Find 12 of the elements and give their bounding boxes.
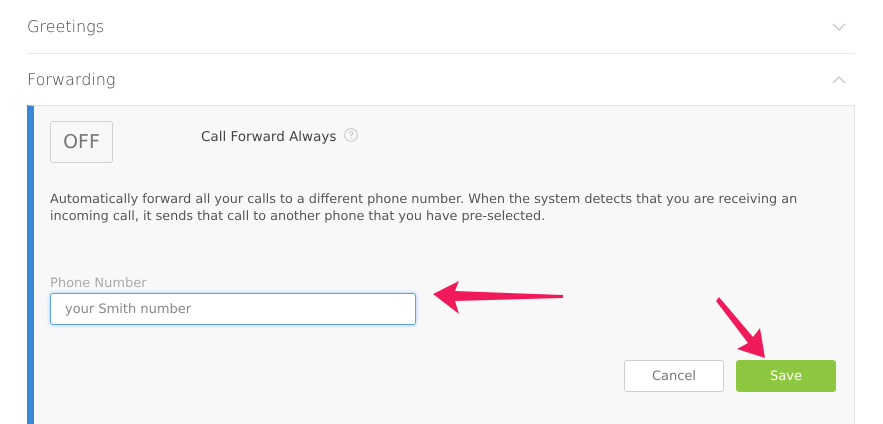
section-title[interactable]: Forwarding <box>27 70 116 89</box>
field-label: Phone Number <box>50 276 148 291</box>
cancel-button[interactable]: Cancel <box>624 360 724 392</box>
chevron-down-icon[interactable] <box>832 22 846 30</box>
section-title[interactable]: Greetings <box>27 17 104 36</box>
setting-label: Call Forward Always <box>201 129 336 145</box>
toggle-switch[interactable]: OFF <box>50 121 113 163</box>
description-text: Automatically forward all your calls to a different phone number. When the system detects that you are receiving an incoming call, it sends that call to another phone that you have pre-selected. <box>50 191 798 225</box>
chevron-up-icon[interactable] <box>832 76 846 84</box>
help-icon[interactable] <box>344 128 358 142</box>
annotation-arrow <box>715 297 767 359</box>
phone-number-field[interactable]: your Smith number <box>50 293 416 325</box>
